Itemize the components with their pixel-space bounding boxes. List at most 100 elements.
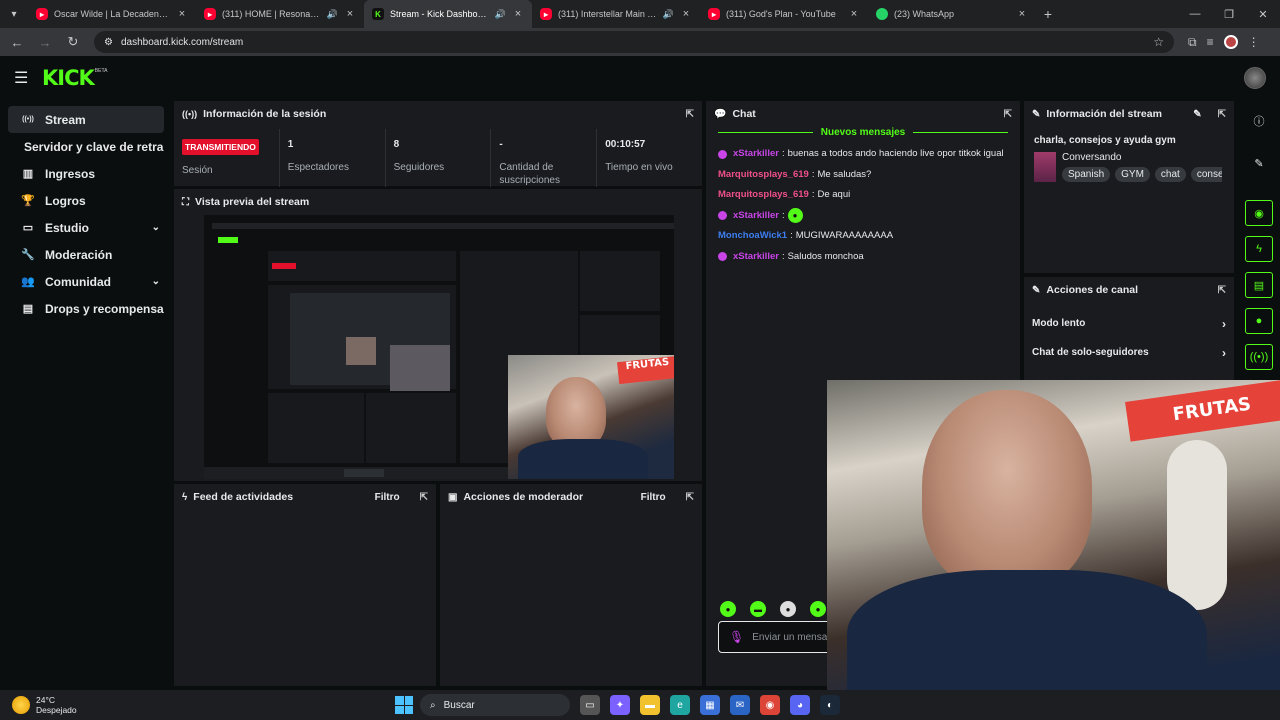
chat-message[interactable]: Marquitosplays_619: De aqui [718,185,1008,206]
chat-message[interactable]: xStarkiller: Saludos monchoa [718,247,1008,268]
tab-close-icon[interactable]: × [512,8,524,20]
minimize-icon[interactable]: — [1178,8,1212,21]
extensions-icon[interactable]: ⧉ [1188,35,1197,50]
browser-tab[interactable]: (23) WhatsApp × [868,0,1036,28]
browser-tab[interactable]: ▸ (311) Interstellar Main Theme 🔊 × [532,0,700,28]
clip-icon[interactable]: ◉ [1245,200,1273,226]
popout-icon[interactable]: ⇱ [420,492,428,503]
tab-close-icon[interactable]: × [344,8,356,20]
discord-icon[interactable]: ◕ [790,695,810,715]
back-icon[interactable]: ← [6,31,28,53]
chat-message[interactable]: xStarkiller: buenas a todos ando haciendo… [718,144,1008,165]
info-icon[interactable]: ⓘ [1245,108,1273,134]
popout-icon[interactable]: ⇱ [1218,109,1226,120]
feed-filter-button[interactable]: Filtro [375,492,400,503]
chat-username[interactable]: Marquitosplays_619 [718,185,809,206]
followers-only-row[interactable]: Chat de solo-seguidores › [1024,338,1234,367]
edge-icon[interactable]: e [670,695,690,715]
sidebar-item[interactable]: ▭ Estudio ⌄ [8,214,164,241]
weather-icon [12,696,30,714]
badge-icon [718,211,727,221]
microphone-icon[interactable]: 🎙 [729,630,744,644]
webcam-overlay: FRUTAS [827,380,1280,720]
restore-icon[interactable]: ❐ [1212,8,1246,21]
browser-tab[interactable]: ▸ (311) God's Plan - YouTube × [700,0,868,28]
chat-message[interactable]: MonchoaWick1: MUGIWARAAAAAAAA [718,226,1008,247]
task-view-icon[interactable]: ▭ [580,695,600,715]
chat-username[interactable]: MonchoaWick1 [718,226,787,247]
banner-graphic: FRUTAS [1125,380,1280,442]
chat-username[interactable]: xStarkiller [733,206,779,227]
chat-username[interactable]: xStarkiller [733,144,779,165]
chevron-down-icon[interactable]: ⌄ [152,222,160,233]
badge-icon [718,149,727,159]
browser-tab[interactable]: ▸ Oscar Wilde | La Decadencia de × [28,0,196,28]
browser-tab[interactable]: ▸ (311) HOME | Resonance (432 H 🔊 × [196,0,364,28]
users-icon: 👥 [21,276,35,288]
edit-icon[interactable]: ✎ [1245,150,1273,176]
popout-icon[interactable]: ⇱ [1004,109,1012,120]
sidebar-item[interactable]: ((•)) Stream [8,106,164,133]
popout-icon[interactable]: ⇱ [686,492,694,503]
tab-close-icon[interactable]: × [680,8,692,20]
new-tab-button[interactable]: + [1036,6,1060,22]
taskbar-search[interactable]: ⌕ Buscar [420,694,570,716]
chat-username[interactable]: Marquitosplays_619 [718,165,809,186]
profile-icon[interactable] [1223,35,1238,49]
windows-start-icon[interactable] [395,696,413,714]
tab-close-icon[interactable]: × [1016,8,1028,20]
bookmark-star-icon[interactable]: ☆ [1153,35,1164,49]
sidebar-item[interactable]: Servidor y clave de retransmisión [8,133,164,160]
browser-tab[interactable]: K Stream - Kick Dashboard 🔊 × [364,0,532,28]
forward-icon[interactable]: → [34,31,56,53]
tab-search-icon[interactable]: ▾ [0,0,28,28]
doc-icon[interactable]: ▤ [1245,272,1273,298]
chrome-icon[interactable]: ◉ [760,695,780,715]
store-icon[interactable]: ▦ [700,695,720,715]
edit-icon: ✎ [1032,108,1041,120]
sidebar-item[interactable]: ▤ Drops y recompensas [8,295,164,322]
tab-close-icon[interactable]: × [176,8,188,20]
speaker-icon[interactable]: 🔊 [663,9,674,20]
tab-close-icon[interactable]: × [848,8,860,20]
chat-username[interactable]: xStarkiller [733,247,779,268]
sidebar-item[interactable]: 👥 Comunidad ⌄ [8,268,164,295]
chat-message[interactable]: Marquitosplays_619: Me saludas? [718,165,1008,186]
emote-icon[interactable]: ● [780,601,796,617]
mail-icon[interactable]: ✉ [730,695,750,715]
weather-widget[interactable]: 24°C Despejado [0,695,77,715]
mod-filter-button[interactable]: Filtro [641,492,666,503]
hamburger-icon[interactable]: ☰ [14,68,36,88]
reload-icon[interactable]: ↻ [62,31,84,53]
lightning-icon[interactable]: ϟ [1245,236,1273,262]
media-control-icon[interactable]: ≡ [1207,35,1214,49]
stream-video[interactable]: FRUTAS [204,215,674,479]
emote-icon[interactable]: ● [720,601,736,617]
sidebar-item[interactable]: 🏆 Logros [8,187,164,214]
sidebar-item[interactable]: ▥ Ingresos [8,160,164,187]
kick-logo[interactable]: KICK [42,66,95,90]
slow-mode-row[interactable]: Modo lento › [1024,309,1234,338]
chat-bubble-icon[interactable]: ● [1245,308,1273,334]
copilot-icon[interactable]: ✦ [610,695,630,715]
address-bar[interactable]: ⚙ dashboard.kick.com/stream ☆ [94,31,1174,53]
speaker-icon[interactable]: 🔊 [327,9,338,20]
emote-icon[interactable]: ▬ [750,601,766,617]
site-info-icon[interactable]: ⚙ [104,37,113,48]
emote-icon[interactable]: ● [810,601,826,617]
speaker-icon[interactable]: 🔊 [495,9,506,20]
session-title: Información de la sesión [203,108,327,120]
chevron-down-icon[interactable]: ⌄ [152,276,160,287]
popout-icon[interactable]: ⇱ [1218,285,1226,296]
avatar[interactable] [1244,67,1266,89]
popout-icon[interactable]: ⇱ [686,109,694,120]
chat-message[interactable]: xStarkiller: ● [718,206,1008,227]
stat-value: 8 [393,139,400,150]
file-explorer-icon[interactable]: ▬ [640,695,660,715]
menu-icon[interactable]: ⋮ [1248,35,1260,49]
edit-icon[interactable]: ✎ [1193,109,1201,120]
broadcast-icon[interactable]: ((•)) [1245,344,1273,370]
steam-icon[interactable]: ◐ [820,695,840,715]
close-icon[interactable]: ✕ [1246,8,1280,21]
sidebar-item[interactable]: 🔧 Moderación [8,241,164,268]
